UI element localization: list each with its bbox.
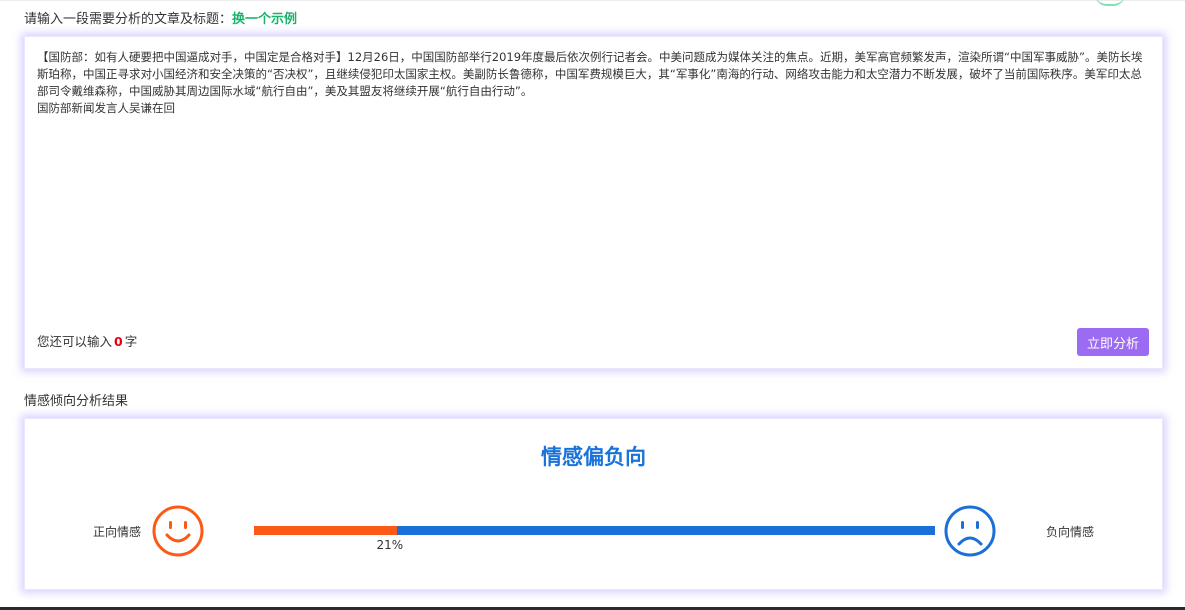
positive-label: 正向情感 xyxy=(93,525,142,539)
smile-icon xyxy=(152,505,204,557)
sentiment-verdict: 情感偏负向 xyxy=(541,445,646,469)
result-heading: 情感倾向分析结果 xyxy=(24,394,129,409)
sentiment-bar xyxy=(254,526,935,535)
remaining-prefix: 您还可以输入 xyxy=(37,334,113,349)
article-input-card: 【国防部：如有人硬要把中国逼成对手，中国定是合格对手】12月26日，中国国防部举… xyxy=(24,36,1163,369)
positive-percent: 21% xyxy=(376,538,404,552)
remaining-count: 0 xyxy=(114,334,123,349)
change-example-link[interactable]: 换一个示例 xyxy=(232,12,297,27)
positive-bar-fill xyxy=(254,526,397,535)
article-textarea[interactable]: 【国防部：如有人硬要把中国逼成对手，中国定是合格对手】12月26日，中国国防部举… xyxy=(37,49,1150,117)
analyze-button[interactable]: 立即分析 xyxy=(1077,328,1149,356)
sad-icon xyxy=(944,505,996,557)
remaining-chars: 您还可以输入 0 字 xyxy=(37,331,137,350)
remaining-suffix: 字 xyxy=(124,334,138,349)
prompt-label: 请输入一段需要分析的文章及标题： xyxy=(24,12,233,27)
sentiment-result-card: 情感偏负向 正向情感 21% 负向情感 xyxy=(24,418,1163,590)
input-prompt: 请输入一段需要分析的文章及标题：换一个示例 xyxy=(24,8,297,27)
negative-label: 负向情感 xyxy=(1046,525,1095,539)
